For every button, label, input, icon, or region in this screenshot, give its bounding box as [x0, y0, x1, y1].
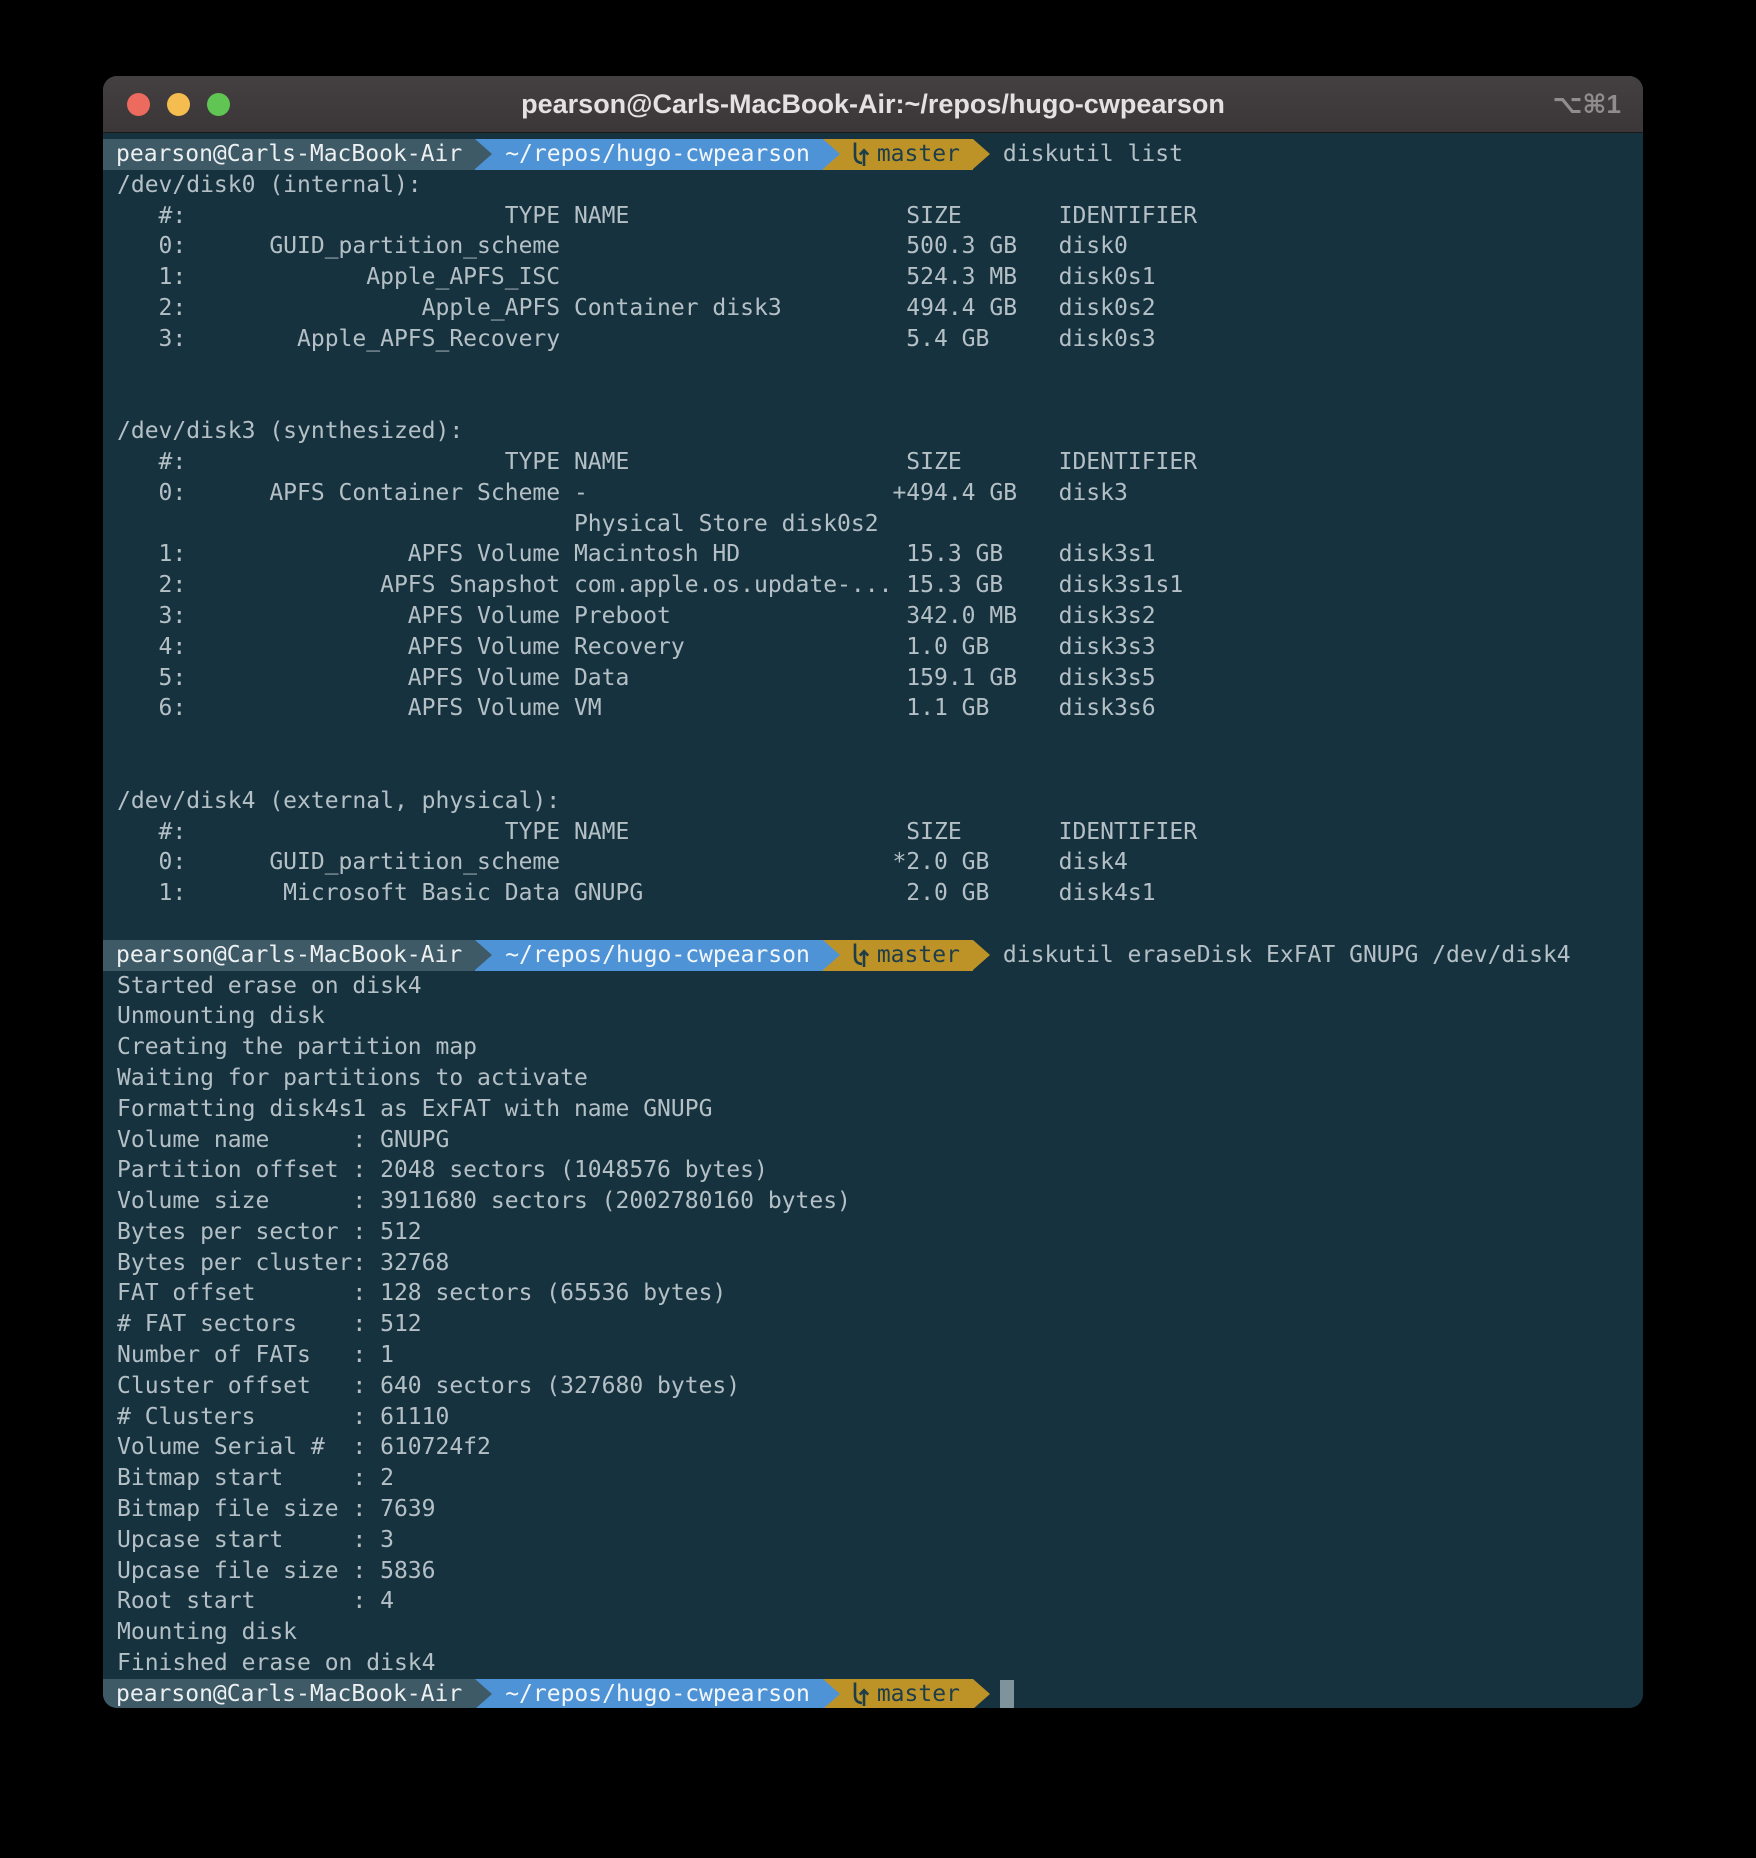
powerline-chevron-icon	[475, 139, 492, 170]
window-title: pearson@Carls-MacBook-Air:~/repos/hugo-c…	[103, 89, 1643, 120]
terminal-output-line: 2: Apple_APFS Container disk3 494.4 GB d…	[103, 293, 1643, 324]
terminal-output-line: #: TYPE NAME SIZE IDENTIFIER	[103, 447, 1643, 478]
traffic-lights	[127, 76, 230, 132]
diskutil-list-output: /dev/disk0 (internal): #: TYPE NAME SIZE…	[103, 170, 1643, 940]
terminal-output-line: Upcase start : 3	[103, 1525, 1643, 1556]
prompt-user-host: pearson@Carls-MacBook-Air	[103, 139, 475, 170]
prompt-git-branch: master	[840, 1679, 973, 1708]
terminal-output-line: 1: Microsoft Basic Data GNUPG 2.0 GB dis…	[103, 878, 1643, 909]
prompt-user-host: pearson@Carls-MacBook-Air	[103, 1679, 475, 1708]
prompt-directory: ~/repos/hugo-cwpearson	[492, 139, 823, 170]
git-branch-icon	[849, 1680, 870, 1708]
prompt-git-branch: master	[840, 940, 973, 971]
terminal-output-line: Bytes per sector : 512	[103, 1217, 1643, 1248]
terminal-window: pearson@Carls-MacBook-Air:~/repos/hugo-c…	[103, 76, 1643, 1708]
terminal-output-line: FAT offset : 128 sectors (65536 bytes)	[103, 1278, 1643, 1309]
terminal-output-line: Cluster offset : 640 sectors (327680 byt…	[103, 1371, 1643, 1402]
terminal-output-line: Volume name : GNUPG	[103, 1125, 1643, 1156]
close-button[interactable]	[127, 93, 150, 116]
powerline-chevron-icon	[475, 1679, 492, 1708]
terminal-cursor[interactable]	[1000, 1680, 1014, 1708]
terminal-output-line: Finished erase on disk4	[103, 1648, 1643, 1679]
powerline-chevron-icon	[973, 940, 990, 971]
terminal-output-line: #: TYPE NAME SIZE IDENTIFIER	[103, 201, 1643, 232]
git-branch-label: master	[877, 139, 960, 170]
powerline-chevron-icon	[973, 1679, 990, 1708]
terminal-output-line: Volume size : 3911680 sectors (200278016…	[103, 1186, 1643, 1217]
git-branch-icon	[849, 140, 870, 168]
git-branch-icon	[849, 941, 870, 969]
terminal-output-line: 0: APFS Container Scheme - +494.4 GB dis…	[103, 478, 1643, 509]
terminal-output-line	[103, 755, 1643, 786]
terminal-output-line: /dev/disk3 (synthesized):	[103, 416, 1643, 447]
command-text: diskutil list	[990, 139, 1183, 170]
terminal-output-line: 5: APFS Volume Data 159.1 GB disk3s5	[103, 663, 1643, 694]
terminal-output-line: Creating the partition map	[103, 1032, 1643, 1063]
prompt-line-1: pearson@Carls-MacBook-Air ~/repos/hugo-c…	[103, 139, 1643, 170]
terminal-output-line: Formatting disk4s1 as ExFAT with name GN…	[103, 1094, 1643, 1125]
terminal-output-line	[103, 909, 1643, 940]
terminal-output-line: Physical Store disk0s2	[103, 509, 1643, 540]
terminal-output-line	[103, 355, 1643, 386]
window-shortcut-badge: ⌥⌘1	[1552, 89, 1621, 120]
terminal-output-line: Bitmap file size : 7639	[103, 1494, 1643, 1525]
powerline-chevron-icon	[475, 940, 492, 971]
git-branch-label: master	[877, 940, 960, 971]
prompt-line-current: pearson@Carls-MacBook-Air ~/repos/hugo-c…	[103, 1679, 1643, 1708]
zoom-button[interactable]	[207, 93, 230, 116]
terminal-output-line: 1: Apple_APFS_ISC 524.3 MB disk0s1	[103, 262, 1643, 293]
terminal-output-line: 2: APFS Snapshot com.apple.os.update-...…	[103, 570, 1643, 601]
powerline-chevron-icon	[823, 940, 840, 971]
terminal-output-line	[103, 724, 1643, 755]
terminal-output-line: Upcase file size : 5836	[103, 1556, 1643, 1587]
terminal-output-line: Waiting for partitions to activate	[103, 1063, 1643, 1094]
terminal-output-line: # Clusters : 61110	[103, 1402, 1643, 1433]
terminal-output-line: Partition offset : 2048 sectors (1048576…	[103, 1155, 1643, 1186]
minimize-button[interactable]	[167, 93, 190, 116]
terminal-output-line: 3: Apple_APFS_Recovery 5.4 GB disk0s3	[103, 324, 1643, 355]
terminal-output-line: Started erase on disk4	[103, 971, 1643, 1002]
terminal-output-line: #: TYPE NAME SIZE IDENTIFIER	[103, 817, 1643, 848]
terminal-output-line: Bitmap start : 2	[103, 1463, 1643, 1494]
prompt-directory: ~/repos/hugo-cwpearson	[492, 1679, 823, 1708]
terminal-output-line: 0: GUID_partition_scheme 500.3 GB disk0	[103, 231, 1643, 262]
terminal-content[interactable]: pearson@Carls-MacBook-Air ~/repos/hugo-c…	[103, 133, 1643, 1708]
prompt-line-2: pearson@Carls-MacBook-Air ~/repos/hugo-c…	[103, 940, 1643, 971]
powerline-chevron-icon	[823, 139, 840, 170]
terminal-output-line: /dev/disk0 (internal):	[103, 170, 1643, 201]
prompt-user-host: pearson@Carls-MacBook-Air	[103, 940, 475, 971]
prompt-git-branch: master	[840, 139, 973, 170]
powerline-chevron-icon	[823, 1679, 840, 1708]
terminal-output-line: 1: APFS Volume Macintosh HD 15.3 GB disk…	[103, 539, 1643, 570]
terminal-output-line: 6: APFS Volume VM 1.1 GB disk3s6	[103, 693, 1643, 724]
prompt-directory: ~/repos/hugo-cwpearson	[492, 940, 823, 971]
titlebar[interactable]: pearson@Carls-MacBook-Air:~/repos/hugo-c…	[103, 76, 1643, 133]
desktop-background: { "window": { "title": "pearson@Carls-Ma…	[0, 0, 1756, 1858]
terminal-output-line: Unmounting disk	[103, 1001, 1643, 1032]
terminal-output-line: Root start : 4	[103, 1586, 1643, 1617]
terminal-output-line: 0: GUID_partition_scheme *2.0 GB disk4	[103, 847, 1643, 878]
terminal-output-line: Volume Serial # : 610724f2	[103, 1432, 1643, 1463]
powerline-chevron-icon	[973, 139, 990, 170]
terminal-output-line: Number of FATs : 1	[103, 1340, 1643, 1371]
git-branch-label: master	[877, 1679, 960, 1708]
diskutil-erase-output: Started erase on disk4Unmounting diskCre…	[103, 971, 1643, 1679]
command-text: diskutil eraseDisk ExFAT GNUPG /dev/disk…	[990, 940, 1571, 971]
terminal-output-line: Bytes per cluster: 32768	[103, 1248, 1643, 1279]
terminal-output-line	[103, 385, 1643, 416]
terminal-output-line: /dev/disk4 (external, physical):	[103, 786, 1643, 817]
terminal-output-line: 3: APFS Volume Preboot 342.0 MB disk3s2	[103, 601, 1643, 632]
terminal-output-line: 4: APFS Volume Recovery 1.0 GB disk3s3	[103, 632, 1643, 663]
terminal-output-line: Mounting disk	[103, 1617, 1643, 1648]
terminal-output-line: # FAT sectors : 512	[103, 1309, 1643, 1340]
